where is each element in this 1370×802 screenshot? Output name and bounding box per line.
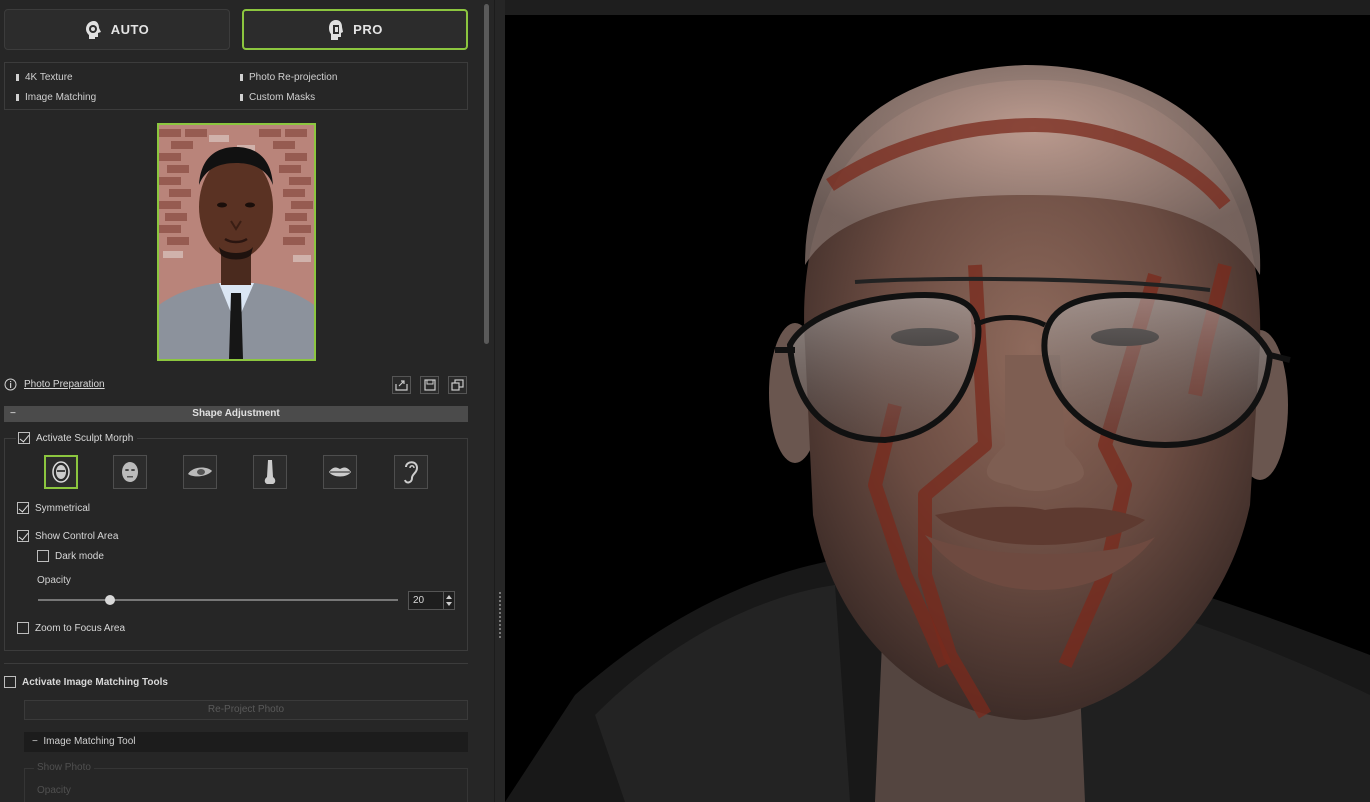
part-lips-button[interactable] xyxy=(323,455,357,489)
pro-features-box: 4K Texture Photo Re-projection Image Mat… xyxy=(4,62,468,110)
image-matching-opacity-label: Opacity xyxy=(34,785,74,796)
feature-label: Custom Masks xyxy=(249,92,316,103)
lips-icon xyxy=(329,467,351,477)
auto-head-icon xyxy=(85,20,101,39)
ear-icon xyxy=(404,461,419,484)
feature-label: 4K Texture xyxy=(25,72,73,83)
checkbox-checked-icon xyxy=(18,432,30,444)
opacity-slider-track[interactable] xyxy=(38,599,398,601)
auto-mode-button[interactable]: AUTO xyxy=(4,9,230,50)
show-photo-group xyxy=(24,768,468,802)
opacity-label: Opacity xyxy=(37,575,71,586)
head-icon xyxy=(122,462,138,482)
activate-image-matching-checkbox[interactable]: Activate Image Matching Tools xyxy=(4,676,168,688)
feature-item: Image Matching xyxy=(16,92,96,103)
zoom-to-focus-area-checkbox[interactable]: Zoom to Focus Area xyxy=(17,622,125,634)
dark-mode-checkbox[interactable]: Dark mode xyxy=(37,550,104,562)
auto-mode-label: AUTO xyxy=(110,22,150,37)
pro-head-icon xyxy=(329,19,344,40)
import-icon xyxy=(395,380,408,391)
photo-preparation-link[interactable]: Photo Preparation xyxy=(24,379,105,390)
info-icon[interactable] xyxy=(4,378,17,391)
bullet-icon xyxy=(16,74,19,81)
bullet-icon xyxy=(16,94,19,101)
checkbox-unchecked-icon xyxy=(37,550,49,562)
viewport-top-bar xyxy=(505,0,1370,15)
part-head-button[interactable] xyxy=(113,455,147,489)
show-control-area-checkbox[interactable]: Show Control Area xyxy=(17,530,118,542)
3d-head-model xyxy=(505,15,1370,802)
spin-down-icon[interactable] xyxy=(446,602,452,606)
show-photo-label: Show Photo xyxy=(34,762,94,773)
left-panel: AUTO PRO 4K Texture Photo Re-projection … xyxy=(0,0,495,802)
pro-mode-button[interactable]: PRO xyxy=(242,9,468,50)
panel-scrollbar[interactable] xyxy=(484,4,489,344)
load-photo-button[interactable] xyxy=(392,376,411,394)
shape-adjustment-header[interactable]: − Shape Adjustment xyxy=(4,406,468,422)
part-face-front-button[interactable] xyxy=(44,455,78,489)
splitter-grip-icon[interactable] xyxy=(499,592,501,638)
pro-mode-label: PRO xyxy=(353,22,383,37)
panel-splitter[interactable] xyxy=(494,0,505,802)
activate-image-matching-label: Activate Image Matching Tools xyxy=(22,676,168,688)
checkbox-unchecked-icon xyxy=(17,622,29,634)
detach-button[interactable] xyxy=(448,376,467,394)
3d-viewport[interactable] xyxy=(505,0,1370,802)
dark-mode-label: Dark mode xyxy=(55,550,104,562)
part-nose-button[interactable] xyxy=(253,455,287,489)
part-ear-button[interactable] xyxy=(394,455,428,489)
opacity-value: 20 xyxy=(413,595,425,606)
nose-icon xyxy=(264,460,276,484)
bullet-icon xyxy=(240,94,243,101)
bullet-icon xyxy=(240,74,243,81)
collapse-icon[interactable]: − xyxy=(10,406,16,422)
separator xyxy=(4,663,468,664)
zoom-to-focus-area-label: Zoom to Focus Area xyxy=(35,622,126,634)
opacity-slider-handle[interactable] xyxy=(105,595,115,605)
checkbox-checked-icon xyxy=(17,530,29,542)
image-matching-tool-header[interactable]: − Image Matching Tool xyxy=(24,732,468,752)
opacity-spinbox[interactable]: 20 xyxy=(408,591,455,610)
reproject-photo-button[interactable]: Re-Project Photo xyxy=(24,700,468,720)
feature-item: 4K Texture xyxy=(16,72,73,83)
window-icon xyxy=(451,379,464,391)
activate-sculpt-morph-label: Activate Sculpt Morph xyxy=(36,432,134,444)
spin-up-icon[interactable] xyxy=(446,595,452,599)
activate-sculpt-morph-checkbox[interactable]: Activate Sculpt Morph xyxy=(16,432,138,444)
symmetrical-label: Symmetrical xyxy=(35,502,91,514)
portrait-image xyxy=(159,125,314,359)
checkbox-checked-icon xyxy=(17,502,29,514)
eye-icon xyxy=(188,467,212,477)
feature-item: Custom Masks xyxy=(240,92,315,103)
source-photo[interactable] xyxy=(157,123,316,361)
checkbox-unchecked-icon xyxy=(4,676,16,688)
collapse-icon[interactable]: − xyxy=(32,736,43,747)
symmetrical-checkbox[interactable]: Symmetrical xyxy=(17,502,90,514)
save-icon xyxy=(423,379,436,391)
shape-adjustment-title: Shape Adjustment xyxy=(192,408,280,419)
reproject-photo-label: Re-Project Photo xyxy=(207,704,285,715)
image-matching-tool-title: Image Matching Tool xyxy=(43,736,136,747)
feature-label: Photo Re-projection xyxy=(249,72,338,83)
face-front-icon xyxy=(52,461,70,483)
spin-arrows[interactable] xyxy=(443,592,454,609)
show-control-area-label: Show Control Area xyxy=(35,530,119,542)
photo-preparation-row: Photo Preparation xyxy=(4,376,468,394)
feature-item: Photo Re-projection xyxy=(240,72,337,83)
feature-label: Image Matching xyxy=(25,92,97,103)
part-eye-button[interactable] xyxy=(183,455,217,489)
save-button[interactable] xyxy=(420,376,439,394)
